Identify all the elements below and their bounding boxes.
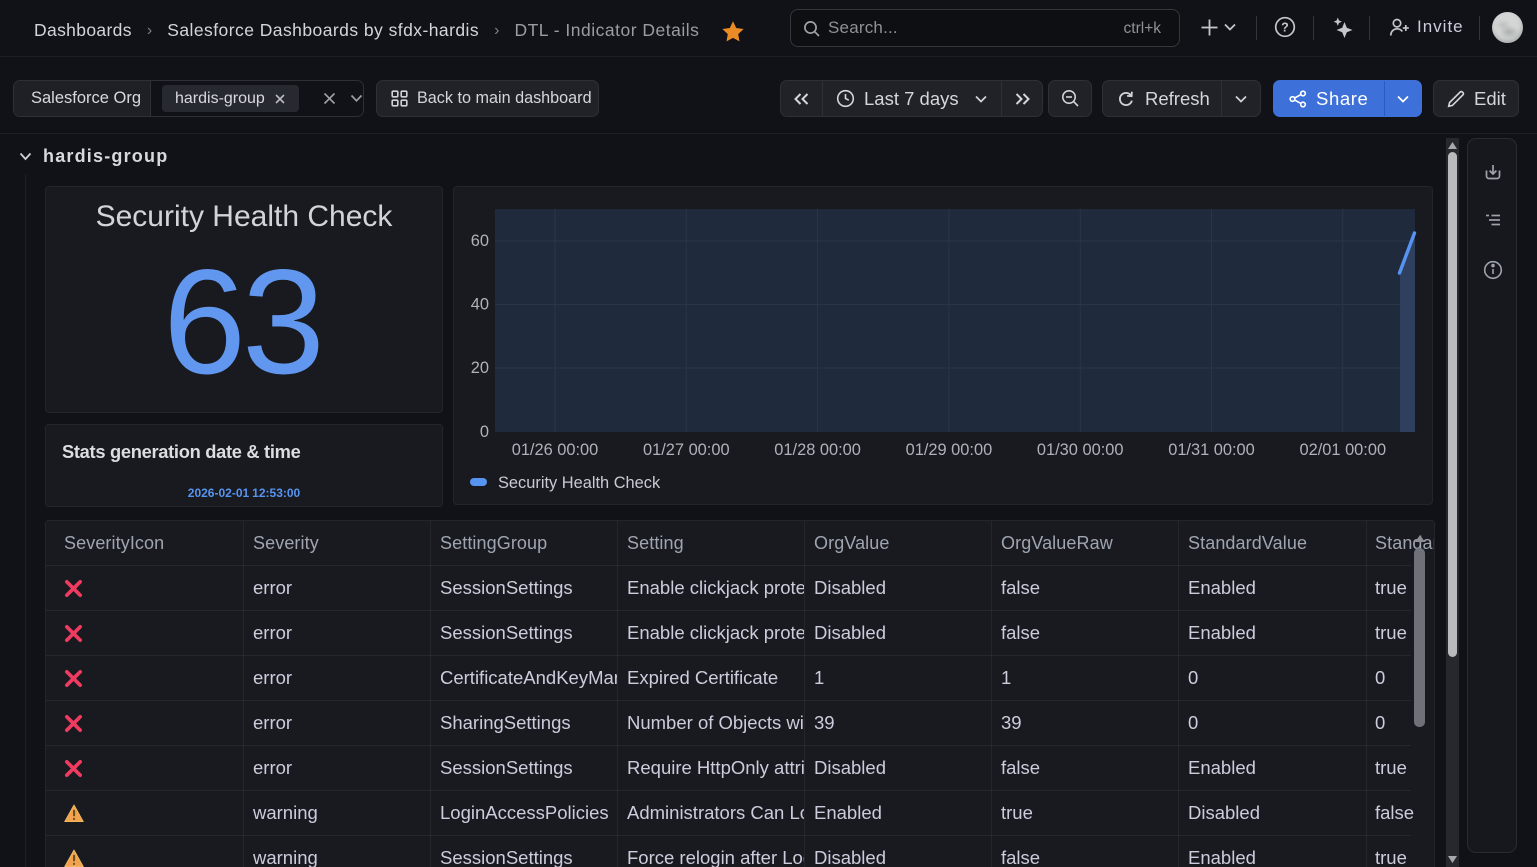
svg-text:?: ? bbox=[1281, 20, 1289, 34]
svg-text:01/30 00:00: 01/30 00:00 bbox=[1037, 441, 1124, 459]
svg-text:20: 20 bbox=[471, 359, 489, 377]
svg-text:01/27 00:00: 01/27 00:00 bbox=[643, 441, 730, 459]
svg-text:0: 0 bbox=[480, 423, 489, 441]
svg-text:01/28 00:00: 01/28 00:00 bbox=[774, 441, 861, 459]
svg-text:01/29 00:00: 01/29 00:00 bbox=[906, 441, 993, 459]
svg-text:02/01 00:00: 02/01 00:00 bbox=[1300, 441, 1387, 459]
svg-text:Security Health Check: Security Health Check bbox=[498, 474, 661, 492]
svg-text:60: 60 bbox=[471, 232, 489, 250]
svg-text:01/26 00:00: 01/26 00:00 bbox=[512, 441, 599, 459]
svg-text:01/31 00:00: 01/31 00:00 bbox=[1168, 441, 1255, 459]
svg-text:40: 40 bbox=[471, 296, 489, 314]
